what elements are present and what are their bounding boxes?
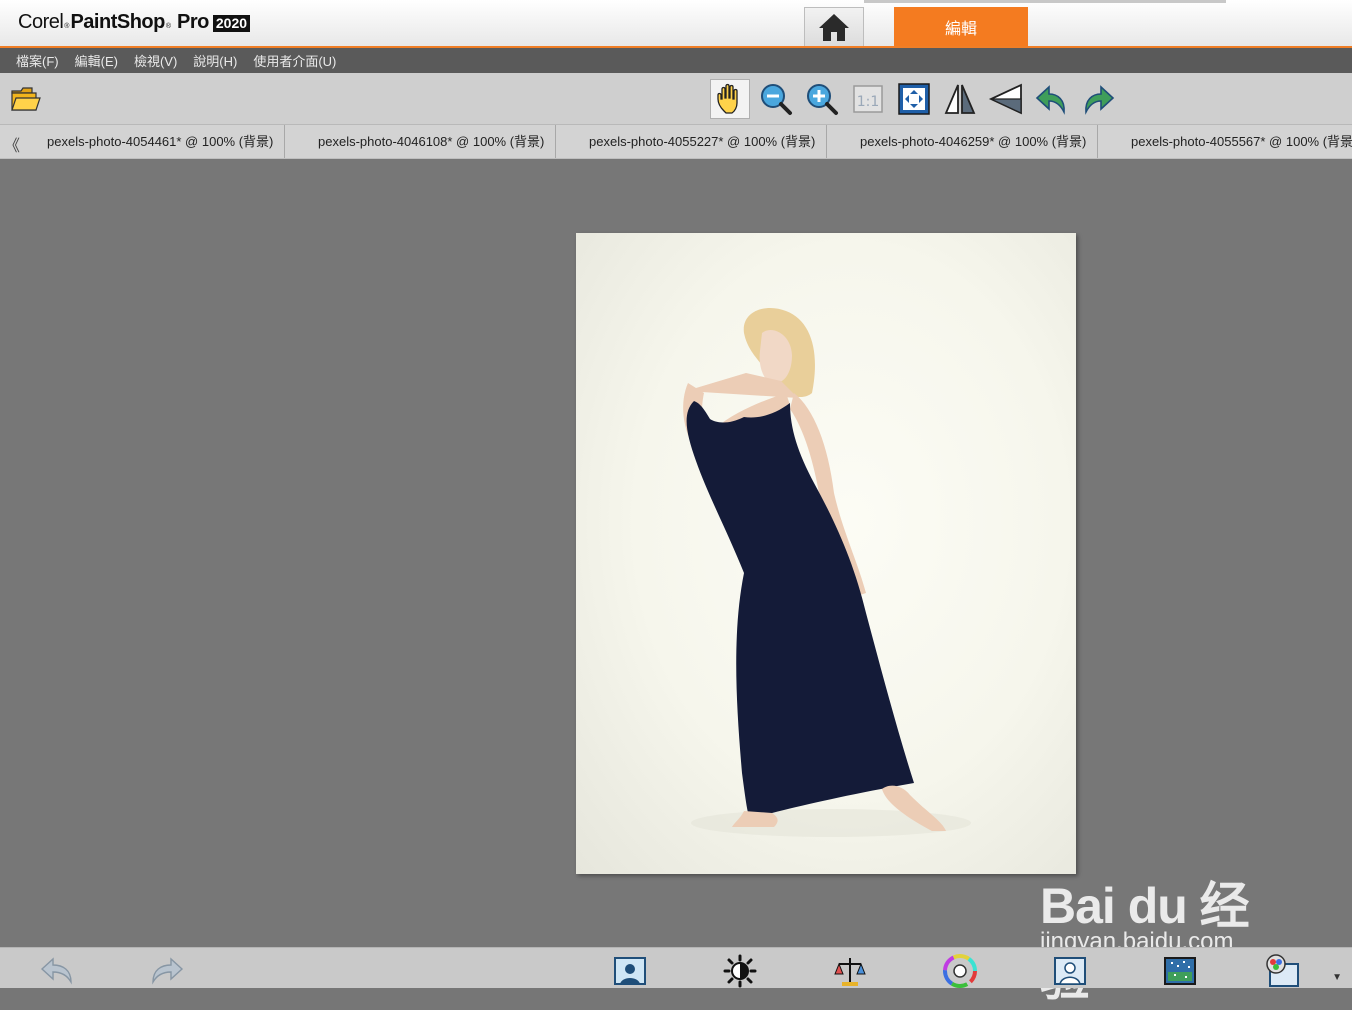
redo-button[interactable]	[148, 952, 186, 990]
zoom-out-icon	[761, 84, 792, 115]
noise-icon	[1164, 957, 1196, 985]
color-balance-button[interactable]	[831, 952, 869, 990]
brightness-contrast-button[interactable]	[721, 952, 759, 990]
flip-horizontal-icon	[944, 84, 976, 114]
photo-canvas[interactable]	[576, 233, 1076, 874]
app-logo: Corel ® PaintShop ® Pro 2020	[18, 11, 251, 37]
undo-icon	[40, 957, 72, 985]
smart-photo-fix-icon	[614, 957, 646, 985]
actual-size-label: 1:1	[857, 94, 880, 110]
fit-window-icon	[898, 83, 930, 115]
menu-help[interactable]: 說明(H)	[185, 51, 245, 70]
document-tab-bar: 《 pexels-photo-4054461* @ 100% (背景) pexe…	[0, 125, 1352, 159]
registered-mark: ®	[165, 23, 172, 30]
zoom-in-button[interactable]	[802, 79, 842, 119]
color-adjust-icon	[1266, 954, 1299, 987]
flip-horizontal-button[interactable]	[940, 79, 980, 119]
brand-year: 2020	[212, 15, 251, 32]
rotate-left-icon	[1035, 85, 1065, 115]
document-tab[interactable]: pexels-photo-4046108* @ 100% (背景)	[307, 125, 557, 158]
rotate-left-button[interactable]	[1032, 79, 1072, 119]
open-folder-icon	[11, 87, 41, 111]
pan-tool-button[interactable]	[710, 79, 750, 119]
chevron-down-icon[interactable]: ▼	[1332, 972, 1342, 983]
actual-size-icon: 1:1	[853, 85, 883, 113]
actual-size-button[interactable]: 1:1	[848, 79, 888, 119]
undo-button[interactable]	[38, 952, 76, 990]
brightness-contrast-icon	[723, 954, 757, 988]
noise-button[interactable]	[1161, 952, 1199, 990]
brand-pro: Pro	[177, 11, 209, 33]
pan-hand-icon	[717, 83, 738, 114]
brand-corel: Corel	[18, 11, 64, 33]
menu-file[interactable]: 檔案(F)	[8, 51, 67, 70]
home-icon	[819, 14, 849, 41]
flip-vertical-button[interactable]	[986, 79, 1026, 119]
watermark: Bai du 经验 jingyan.baidu.com	[1040, 846, 1290, 1006]
flip-vertical-icon	[988, 83, 1022, 115]
document-tab[interactable]: pexels-photo-4054461* @ 100% (背景)	[36, 125, 286, 158]
document-tab[interactable]: pexels-photo-4055567* @ 100% (背景)	[1120, 125, 1352, 158]
home-button[interactable]	[804, 7, 864, 46]
registered-mark: ®	[64, 23, 70, 30]
tab-scroll-left-button[interactable]: 《	[4, 132, 20, 156]
rotate-right-button[interactable]	[1078, 79, 1118, 119]
menu-bar: 檔案(F) 編輯(E) 檢視(V) 說明(H) 使用者介面(U)	[0, 48, 1352, 73]
photo-image	[683, 307, 971, 837]
rotate-right-icon	[1085, 85, 1115, 115]
menu-user-interface[interactable]: 使用者介面(U)	[245, 51, 344, 70]
zoom-out-button[interactable]	[756, 79, 796, 119]
hue-saturation-icon	[943, 954, 977, 988]
zoom-in-icon	[807, 84, 838, 115]
toolbar: 1:1	[0, 73, 1352, 125]
redo-icon	[152, 957, 184, 985]
tab-edit[interactable]: 編輯	[894, 7, 1028, 46]
document-tab[interactable]: pexels-photo-4055227* @ 100% (背景)	[578, 125, 828, 158]
portrait-icon	[1054, 957, 1086, 985]
portrait-button[interactable]	[1051, 952, 1089, 990]
bottom-toolbar: ▼	[0, 947, 1352, 988]
menu-edit[interactable]: 編輯(E)	[67, 51, 126, 70]
document-tab[interactable]: pexels-photo-4046259* @ 100% (背景)	[849, 125, 1099, 158]
title-strip	[864, 0, 1226, 3]
smart-photo-fix-button[interactable]	[611, 952, 649, 990]
menu-view[interactable]: 檢視(V)	[126, 51, 185, 70]
color-adjust-button[interactable]	[1263, 952, 1301, 990]
hue-saturation-button[interactable]	[941, 952, 979, 990]
fit-window-button[interactable]	[894, 79, 934, 119]
open-button[interactable]	[6, 79, 46, 119]
color-balance-icon	[834, 958, 866, 986]
title-bar: Corel ® PaintShop ® Pro 2020 編輯	[0, 0, 1352, 48]
brand-paintshop: PaintShop	[70, 11, 165, 33]
